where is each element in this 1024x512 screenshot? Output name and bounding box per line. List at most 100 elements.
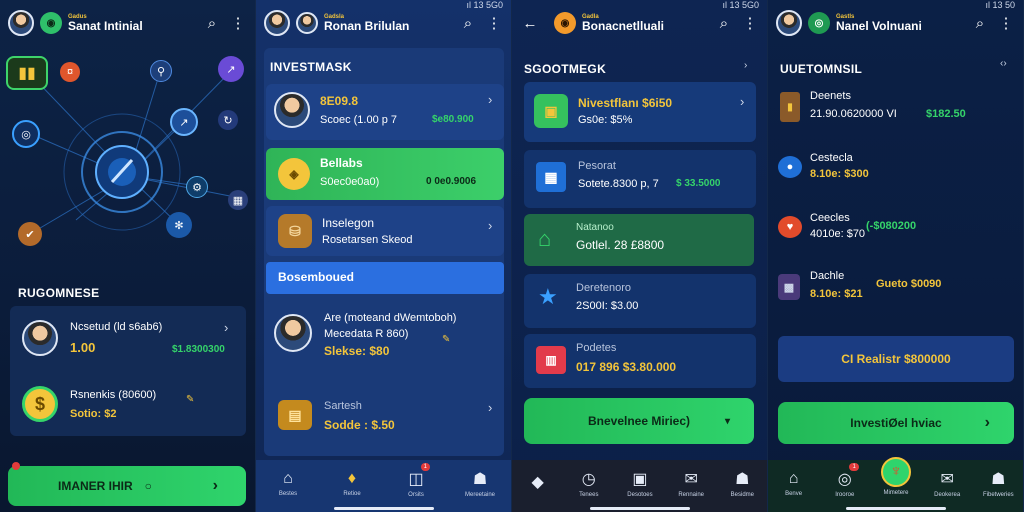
expand-icon[interactable]: › <box>744 60 747 71</box>
list-item[interactable]: ● Cestecla 8.10e: $300 <box>776 148 1016 196</box>
list-item[interactable]: ⛁ Inselegon Rosetarsen Skeod › <box>266 206 504 256</box>
orders-icon: ◫ <box>408 470 424 488</box>
more-icon[interactable]: ⋮ <box>996 13 1016 33</box>
nav-label: Retioe <box>343 490 361 497</box>
list-item-active[interactable]: ⌂ Natanoo Gotlel. 28 £8800 <box>524 214 754 266</box>
main-action-button[interactable]: InvestiØel hviac › <box>778 402 1014 444</box>
nav-item-4[interactable]: ✉ Deokerea <box>925 469 969 498</box>
item-subtitle: Mecedata R 860) <box>324 328 409 340</box>
brand: Gadla Bonacnetlluali <box>582 14 664 32</box>
list-item[interactable]: ▦ Pesorat Sotete.8300 p, 7 $ 33.5000 <box>524 150 756 208</box>
item-title: Rsnenkis (80600) <box>70 389 157 401</box>
avatar[interactable] <box>264 10 290 36</box>
bottom-nav: ◆ ◷ Tenees ▣ Desotoes ✉ Rennaine ☗ Besidme <box>512 460 767 512</box>
item-title: Pesorat <box>578 160 616 172</box>
nav-item-5[interactable]: ☗ Fibetweries <box>976 469 1020 498</box>
chevron-right-icon: › <box>488 92 493 107</box>
calendar-icon: ▦ <box>536 162 566 192</box>
list-item[interactable]: ▤ Sartesh Sodde : $.50 › <box>266 390 504 446</box>
list-item[interactable]: ▥ Podetes 017 896 $3.80.000 <box>524 334 756 388</box>
secondary-avatar[interactable] <box>296 12 318 34</box>
tag-icon: ◆ <box>531 473 544 491</box>
avatar[interactable] <box>8 10 34 36</box>
home-indicator <box>590 507 690 510</box>
search-icon[interactable]: ⌕ <box>202 13 222 33</box>
summary-pill[interactable]: CI Realistr $800000 <box>778 336 1014 382</box>
nav-item-center[interactable]: ♆ Mimetere <box>874 456 918 496</box>
timer-icon: ◷ <box>581 470 596 488</box>
nav-item-2[interactable]: 1 ◎ Irooroe <box>823 462 867 498</box>
main-action-button[interactable]: Bnevelnee Miriec) ▾ <box>524 398 754 444</box>
brand-name: Sanat Intinial <box>68 19 143 33</box>
highlight-row[interactable]: Bosemboued <box>266 262 504 294</box>
list-item[interactable]: ▣ Nivestflanı $6i50 Gs0e: $5% › <box>524 82 756 142</box>
nav-item-4[interactable]: ✉ Rennaine <box>669 469 713 498</box>
nav-label: Desotoes <box>627 491 653 498</box>
nav-item-home[interactable]: ⌂ Bestes <box>266 470 310 497</box>
dropdown-icon: ▾ <box>724 415 730 427</box>
chart-icon: ♦ <box>347 469 357 487</box>
back-arrow-icon[interactable]: ← <box>520 13 540 33</box>
chevron-right-icon: › <box>224 320 229 335</box>
item-subtitle: 8.10e: $21 <box>810 288 863 300</box>
more-icon[interactable]: ⋮ <box>484 13 504 33</box>
expand-icon[interactable]: ‹› <box>1000 58 1007 69</box>
screen-dashboard: ◉ Gadus Sanat Intinial ⌕ ⋮ ▮▮ ¤ ⚲ ↗ ◎ ↗ … <box>0 0 256 512</box>
list-item[interactable]: ▮ Deenets 21.90.0620000 VI $182.50 <box>776 86 1016 138</box>
item-title: 8E09.8 <box>320 94 359 108</box>
nav-label: Mimetere <box>883 489 909 496</box>
bottom-nav: ⌂ Benve 1 ◎ Irooroe ♆ Mimetere ✉ Deokerea ☗ Fi… <box>768 456 1023 512</box>
avatar[interactable] <box>776 10 802 36</box>
item-subtitle: Gotlel. 28 £8800 <box>576 238 665 252</box>
robot-icon: ▩ <box>778 274 800 300</box>
nav-item-more[interactable]: ☗ Mereetaine <box>458 469 502 498</box>
trophy-icon: ♆ <box>880 456 911 487</box>
chevron-right-icon: › <box>212 477 218 494</box>
gold-bar-icon: ▤ <box>278 400 312 430</box>
nav-item-returns[interactable]: ♦ Retioe <box>330 470 374 497</box>
edit-icon: ✎ <box>442 334 451 345</box>
list-item[interactable]: $ Rsnenkis (80600) Sotio: $2 ✎ <box>10 372 246 436</box>
nav-item-home[interactable]: ⌂ Benve <box>772 470 816 497</box>
more-icon[interactable]: ⋮ <box>740 13 760 33</box>
list-item[interactable]: 8E09.8 Scoec (1.00 p 7 $e80.900 › <box>266 84 504 140</box>
list-item[interactable]: Ncsetud (ld s6ab6) 1.00 $1.8300300 › <box>10 306 246 370</box>
nav-item-5[interactable]: ☗ Besidme <box>720 469 764 498</box>
coin-stack-icon: ⛁ <box>278 214 312 248</box>
list-item[interactable]: ★ Deretenoro 2S00I: $3.00 <box>524 274 756 328</box>
section-title: UUETOMNSIL <box>780 62 863 76</box>
nav-item-2[interactable]: ◷ Tenees <box>567 469 611 498</box>
exchange-icon: ¤ <box>60 62 80 82</box>
top-bar: ◎ Gastls Nanel Volnuani ⌕ ⋮ <box>768 6 1023 40</box>
item-amount: $182.50 <box>926 108 966 120</box>
item-subtitle: 8.10e: $300 <box>810 168 869 180</box>
nav-item-orders[interactable]: 1 ◫ Orsits <box>394 462 438 498</box>
item-subtitle: 21.90.0620000 VI <box>810 108 897 120</box>
section-title: RUGOMNESE <box>18 286 100 300</box>
nav-label: Mereetaine <box>464 491 496 498</box>
nav-item-3[interactable]: ▣ Desotoes <box>618 469 662 498</box>
search-icon[interactable]: ⌕ <box>714 13 734 33</box>
list-item-active[interactable]: ◈ Bellabs S0ec0e0a0) 0 0e0.9006 <box>266 148 504 200</box>
button-label: IMANER IHIR <box>58 479 133 493</box>
search-icon[interactable]: ⌕ <box>458 13 478 33</box>
chevron-right-icon: › <box>740 94 745 109</box>
item-title: Nivestflanı $6i50 <box>578 96 673 110</box>
mail-icon: ✉ <box>940 470 954 488</box>
item-title: Podetes <box>576 342 617 354</box>
list-item[interactable]: ▩ Dachle 8.10e: $21 Gueto $0090 <box>776 266 1016 314</box>
recommend-card: Ncsetud (ld s6ab6) 1.00 $1.8300300 › $ R… <box>10 306 246 436</box>
list-item[interactable]: Are (moteand dWemtoboh) Mecedata R 860) … <box>266 300 504 380</box>
screen-categories: ıl 13 5G0 ← ◉ Gadla Bonacnetlluali ⌕ ⋮ S… <box>512 0 768 512</box>
wallet-icon[interactable]: ▮▮ <box>6 56 48 90</box>
profile-icon: ☗ <box>735 470 750 488</box>
chart-icon: ▦ <box>228 190 248 210</box>
item-value: 1.00 <box>70 340 96 355</box>
item-title: Ncsetud (ld s6ab6) <box>70 321 163 333</box>
basket-icon: ▣ <box>632 470 648 488</box>
main-action-button[interactable]: IMANER IHIR ○ › <box>8 462 246 506</box>
search-icon[interactable]: ⌕ <box>970 13 990 33</box>
more-icon[interactable]: ⋮ <box>228 13 248 33</box>
list-item[interactable]: ♥ Ceecles 4010e: $70 (-$080200 <box>776 208 1016 256</box>
nav-item-1[interactable]: ◆ <box>516 472 560 495</box>
